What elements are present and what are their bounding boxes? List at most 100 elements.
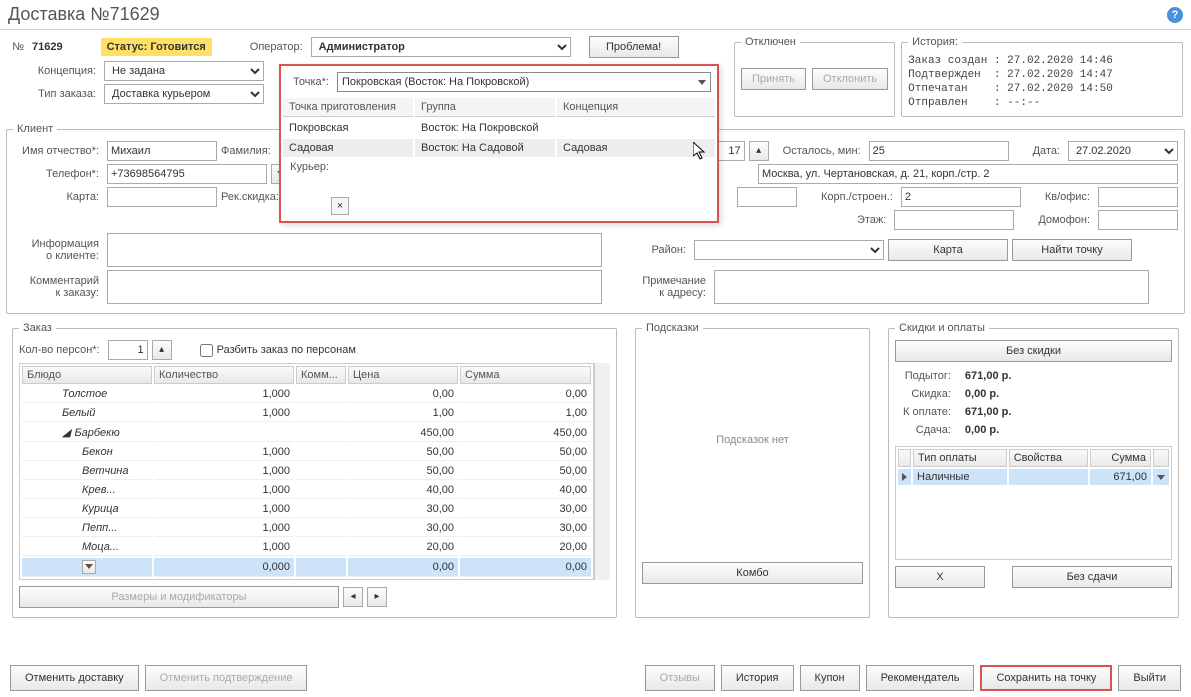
time-input[interactable]	[715, 141, 745, 161]
order-items-table[interactable]: Блюдо Количество Комм... Цена Сумма Толс…	[19, 363, 594, 580]
prev-button[interactable]: ◂	[343, 587, 363, 607]
chevron-down-icon[interactable]	[1157, 475, 1165, 480]
point-option-row[interactable]: СадоваяВосток: На СадовойСадовая	[283, 139, 715, 157]
col-sum: Сумма	[460, 366, 591, 384]
discount-label: Скидка:	[897, 386, 957, 402]
col-point: Точка приготовления	[283, 98, 413, 117]
payment-row[interactable]: Наличные671,00	[898, 469, 1169, 485]
date-select[interactable]: 27.02.2020	[1068, 141, 1178, 161]
concept-select[interactable]: Не задана	[104, 61, 264, 81]
rayon-label: Район:	[630, 244, 690, 256]
info-label2: о клиенте:	[13, 250, 103, 262]
decline-button[interactable]: Отклонить	[812, 68, 888, 90]
cancel-delivery-button[interactable]: Отменить доставку	[10, 665, 139, 691]
order-item-row[interactable]: Моца...1,00020,0020,00	[22, 539, 591, 556]
phone-input[interactable]	[107, 164, 267, 184]
street-extra-input[interactable]	[737, 187, 797, 207]
help-icon[interactable]: ?	[1167, 7, 1183, 23]
combo-button[interactable]: Комбо	[642, 562, 863, 584]
name-input[interactable]	[107, 141, 217, 161]
selected-row[interactable]: 0,0000,000,00	[22, 558, 591, 577]
chevron-down-icon	[698, 80, 706, 85]
cancel-confirm-button[interactable]: Отменить подтверждение	[145, 665, 308, 691]
close-icon[interactable]: ×	[331, 197, 349, 215]
rayon-select[interactable]	[694, 240, 884, 260]
status-badge: Статус: Готовится	[101, 38, 212, 56]
order-item-row[interactable]: Ветчина1,00050,0050,00	[22, 463, 591, 480]
next-button[interactable]: ▸	[367, 587, 387, 607]
col-dish: Блюдо	[22, 366, 152, 384]
nochange-button[interactable]: Без сдачи	[1012, 566, 1172, 588]
accept-button[interactable]: Принять	[741, 68, 806, 90]
operator-select[interactable]: Администратор	[311, 37, 571, 57]
order-item-row[interactable]: Толстое1,0000,000,00	[22, 386, 591, 403]
reviews-button[interactable]: Отзывы	[645, 665, 715, 691]
order-item-row[interactable]: Пепп...1,00030,0030,00	[22, 520, 591, 537]
address-input[interactable]	[758, 164, 1178, 184]
persons-label: Кол-во персон*:	[19, 344, 104, 356]
prim-label: Примечание	[630, 275, 710, 287]
map-button[interactable]: Карта	[888, 239, 1008, 261]
point-option-row[interactable]: ПокровскаяВосток: На Покровской	[283, 119, 715, 137]
courier-label: Курьер:	[287, 161, 333, 173]
persons-spinner[interactable]: ▴	[152, 340, 172, 360]
order-item-row[interactable]: Крев...1,00040,0040,00	[22, 482, 591, 499]
x-button[interactable]: X	[895, 566, 985, 588]
phone-label: Телефон*:	[13, 168, 103, 180]
recommend-button[interactable]: Рекомендатель	[866, 665, 975, 691]
korp-label: Корп./строен.:	[821, 191, 897, 203]
exit-button[interactable]: Выйти	[1118, 665, 1181, 691]
hints-legend: Подсказки	[642, 322, 703, 334]
subtotal-label: Подытог:	[897, 368, 957, 384]
ordertype-select[interactable]: Доставка курьером	[104, 84, 264, 104]
hints-empty: Подсказок нет	[642, 340, 863, 540]
nodisc-button[interactable]: Без скидки	[895, 340, 1172, 362]
order-item-row[interactable]: Курица1,00030,0030,00	[22, 501, 591, 518]
date-label: Дата:	[1033, 145, 1064, 157]
col-group: Группа	[415, 98, 555, 117]
address-note-textarea[interactable]	[714, 270, 1149, 304]
client-legend: Клиент	[13, 123, 57, 135]
discounts-legend: Скидки и оплаты	[895, 322, 989, 334]
history-legend: История:	[908, 36, 962, 48]
row-dropdown-icon[interactable]	[82, 560, 96, 574]
history-button[interactable]: История	[721, 665, 794, 691]
save-to-point-button[interactable]: Сохранить на точку	[980, 665, 1112, 691]
findpoint-button[interactable]: Найти точку	[1012, 239, 1132, 261]
split-label: Разбить заказ по персонам	[217, 344, 356, 356]
order-number: 71629	[32, 41, 63, 53]
spinner-up-icon[interactable]: ▴	[749, 141, 769, 161]
domofon-input[interactable]	[1098, 210, 1178, 230]
coupon-button[interactable]: Купон	[800, 665, 860, 691]
order-comment-textarea[interactable]	[107, 270, 602, 304]
change-label: Сдача:	[897, 422, 957, 438]
remain-label: Осталось, мин:	[783, 145, 865, 157]
persons-input[interactable]	[108, 340, 148, 360]
card-input[interactable]	[107, 187, 217, 207]
kv-input[interactable]	[1098, 187, 1178, 207]
payments-table[interactable]: Тип оплатыСвойстваСумма Наличные671,00	[895, 446, 1172, 560]
order-item-row[interactable]: Бекон1,00050,0050,00	[22, 444, 591, 461]
client-info-textarea[interactable]	[107, 233, 602, 267]
row-marker-icon	[902, 473, 907, 481]
problem-button[interactable]: Проблема!	[589, 36, 679, 58]
point-options-table: Точка приготовления Группа Концепция Пок…	[281, 96, 717, 159]
col-comm: Комм...	[296, 366, 346, 384]
mods-button[interactable]: Размеры и модификаторы	[19, 586, 339, 608]
remain-input[interactable]	[869, 141, 1009, 161]
domofon-label: Домофон:	[1038, 214, 1094, 226]
order-item-row[interactable]: ◢Барбекю450,00450,00	[22, 424, 591, 442]
disabled-legend: Отключен	[741, 36, 800, 48]
ordertype-label: Тип заказа:	[8, 88, 100, 100]
split-checkbox[interactable]	[200, 344, 213, 357]
comment-label2: к заказу:	[13, 287, 103, 299]
scrollbar[interactable]	[594, 363, 610, 580]
topay-label: К оплате:	[897, 404, 957, 420]
korp-input[interactable]	[901, 187, 1021, 207]
concept-label: Концепция:	[8, 65, 100, 77]
floor-label: Этаж:	[857, 214, 890, 226]
point-dropdown-overlay: Точка*: Покровская (Восток: На Покровско…	[279, 64, 719, 223]
order-item-row[interactable]: Белый1,0001,001,00	[22, 405, 591, 422]
point-select[interactable]: Покровская (Восток: На Покровской)	[337, 72, 711, 92]
floor-input[interactable]	[894, 210, 1014, 230]
